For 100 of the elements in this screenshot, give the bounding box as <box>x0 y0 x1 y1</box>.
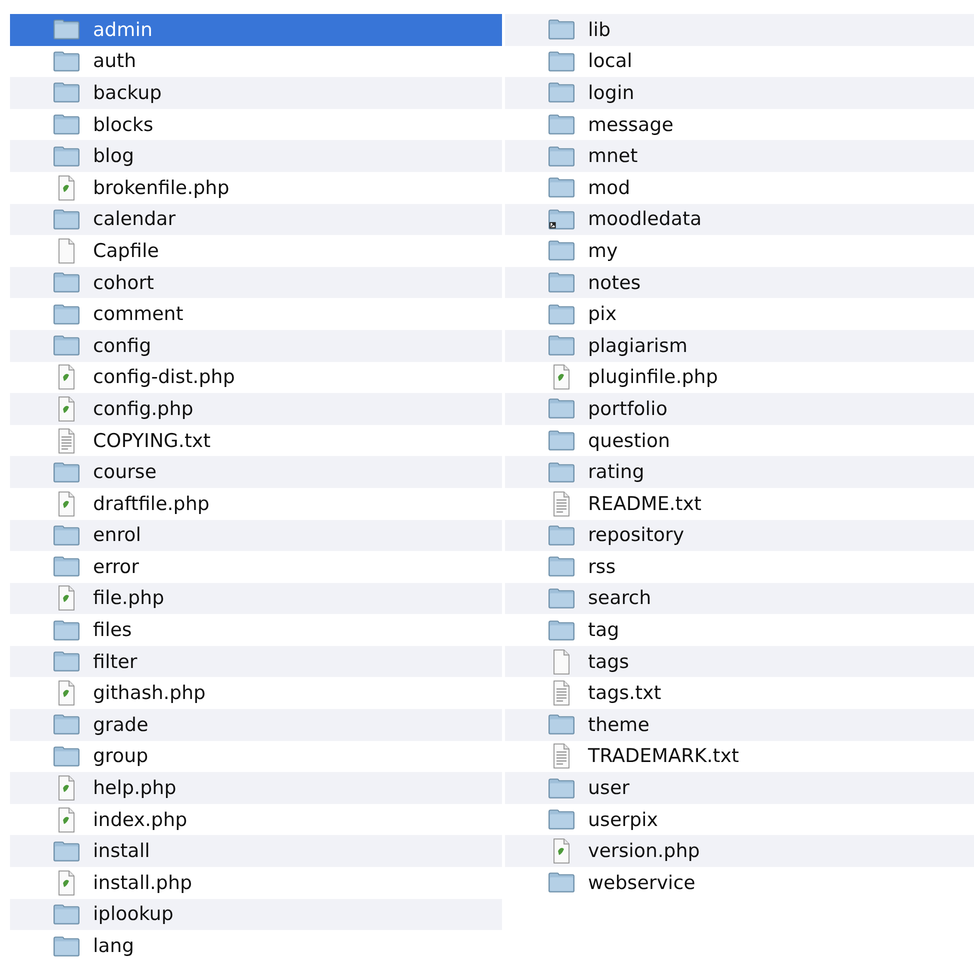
file-row[interactable]: theme <box>505 709 974 741</box>
folder-icon <box>548 462 575 483</box>
file-row[interactable]: lib <box>505 14 974 46</box>
file-row[interactable]: files <box>10 614 502 646</box>
file-row[interactable]: TRADEMARK.txt <box>505 740 974 772</box>
folder-icon <box>53 208 80 230</box>
script-file-icon <box>551 364 571 390</box>
file-row[interactable]: auth <box>10 46 502 78</box>
file-row[interactable]: tags <box>505 646 974 678</box>
file-row[interactable]: iplookup <box>10 898 502 930</box>
file-row[interactable]: install <box>10 835 502 868</box>
folder-icon <box>53 936 80 957</box>
file-row[interactable]: rating <box>505 456 974 488</box>
folder-icon <box>548 588 575 609</box>
text-file-icon <box>551 743 571 770</box>
file-row[interactable]: notes <box>505 266 974 298</box>
folder-icon <box>53 904 80 925</box>
folder-icon <box>53 19 80 40</box>
file-row[interactable]: filter <box>10 646 502 678</box>
file-row[interactable]: error <box>10 551 502 583</box>
file-row[interactable]: enrol <box>10 520 502 552</box>
file-row[interactable]: config.php <box>10 393 502 425</box>
script-file-icon <box>56 364 76 390</box>
script-file-icon <box>56 806 76 833</box>
file-row[interactable]: help.php <box>10 772 502 804</box>
file-row[interactable]: user <box>505 772 974 804</box>
folder-icon <box>548 82 575 104</box>
text-file-icon <box>551 680 571 706</box>
file-row[interactable]: moodledata <box>505 204 974 236</box>
file-row[interactable]: question <box>505 424 974 456</box>
folder-icon <box>548 430 575 452</box>
file-row[interactable]: install.php <box>10 867 502 899</box>
folder-icon <box>53 146 80 167</box>
file-row[interactable]: admin <box>10 14 502 46</box>
file-row[interactable]: config <box>10 330 502 362</box>
folder-icon <box>53 50 80 72</box>
file-row[interactable]: grade <box>10 709 502 741</box>
folder-icon <box>548 809 575 830</box>
script-file-icon <box>56 680 76 706</box>
folder-alias-icon <box>548 208 575 230</box>
folder-icon <box>548 778 575 799</box>
folder-icon <box>53 462 80 483</box>
text-file-icon <box>551 490 571 517</box>
file-row[interactable]: search <box>505 582 974 614</box>
file-row[interactable]: lang <box>10 930 502 962</box>
file-row[interactable]: plagiarism <box>505 330 974 362</box>
script-file-icon <box>56 490 76 517</box>
file-row[interactable]: my <box>505 235 974 267</box>
file-row[interactable]: draftfile.php <box>10 488 502 520</box>
file-row[interactable]: course <box>10 456 502 488</box>
file-row[interactable]: message <box>505 108 974 140</box>
file-row[interactable]: backup <box>10 77 502 109</box>
file-row[interactable]: version.php <box>505 835 974 868</box>
folder-icon <box>548 272 575 294</box>
folder-icon <box>53 82 80 104</box>
folder-icon <box>548 19 575 40</box>
folder-icon <box>548 114 575 136</box>
file-row[interactable]: tag <box>505 614 974 646</box>
folder-icon <box>53 746 80 767</box>
folder-icon <box>53 651 80 672</box>
file-row[interactable]: comment <box>10 298 502 330</box>
folder-icon <box>548 556 575 578</box>
file-row[interactable]: rss <box>505 551 974 583</box>
folder-icon <box>53 304 80 325</box>
file-row[interactable]: portfolio <box>505 393 974 425</box>
file-row[interactable]: mnet <box>505 140 974 172</box>
folder-icon <box>548 146 575 167</box>
script-file-icon <box>56 870 76 896</box>
file-row[interactable]: mod <box>505 172 974 204</box>
file-row[interactable]: githash.php <box>10 677 502 710</box>
file-row[interactable]: blocks <box>10 108 502 140</box>
file-row[interactable]: brokenfile.php <box>10 172 502 204</box>
file-row[interactable]: blog <box>10 140 502 172</box>
file-row[interactable]: userpix <box>505 804 974 836</box>
file-row[interactable]: config-dist.php <box>10 362 502 394</box>
file-row[interactable]: cohort <box>10 266 502 298</box>
folder-icon <box>548 240 575 262</box>
file-row[interactable]: file.php <box>10 582 502 614</box>
file-row[interactable]: repository <box>505 520 974 552</box>
script-file-icon <box>56 396 76 422</box>
file-row[interactable]: calendar <box>10 204 502 236</box>
folder-icon <box>548 524 575 546</box>
file-row[interactable]: Capfile <box>10 235 502 267</box>
blank-file-icon <box>551 648 571 675</box>
file-row[interactable]: pix <box>505 298 974 330</box>
file-row[interactable]: webservice <box>505 867 974 899</box>
blank-file-icon <box>56 238 76 264</box>
file-row[interactable]: tags.txt <box>505 677 974 710</box>
file-row[interactable]: index.php <box>10 804 502 836</box>
file-row[interactable]: README.txt <box>505 488 974 520</box>
file-row[interactable]: local <box>505 46 974 78</box>
text-file-icon <box>56 428 76 454</box>
file-row[interactable]: pluginfile.php <box>505 362 974 394</box>
folder-icon <box>548 620 575 641</box>
file-row[interactable]: login <box>505 77 974 109</box>
file-row[interactable]: COPYING.txt <box>10 424 502 456</box>
file-row[interactable]: group <box>10 740 502 772</box>
folder-icon <box>53 272 80 294</box>
script-file-icon <box>56 174 76 201</box>
folder-icon <box>53 524 80 546</box>
